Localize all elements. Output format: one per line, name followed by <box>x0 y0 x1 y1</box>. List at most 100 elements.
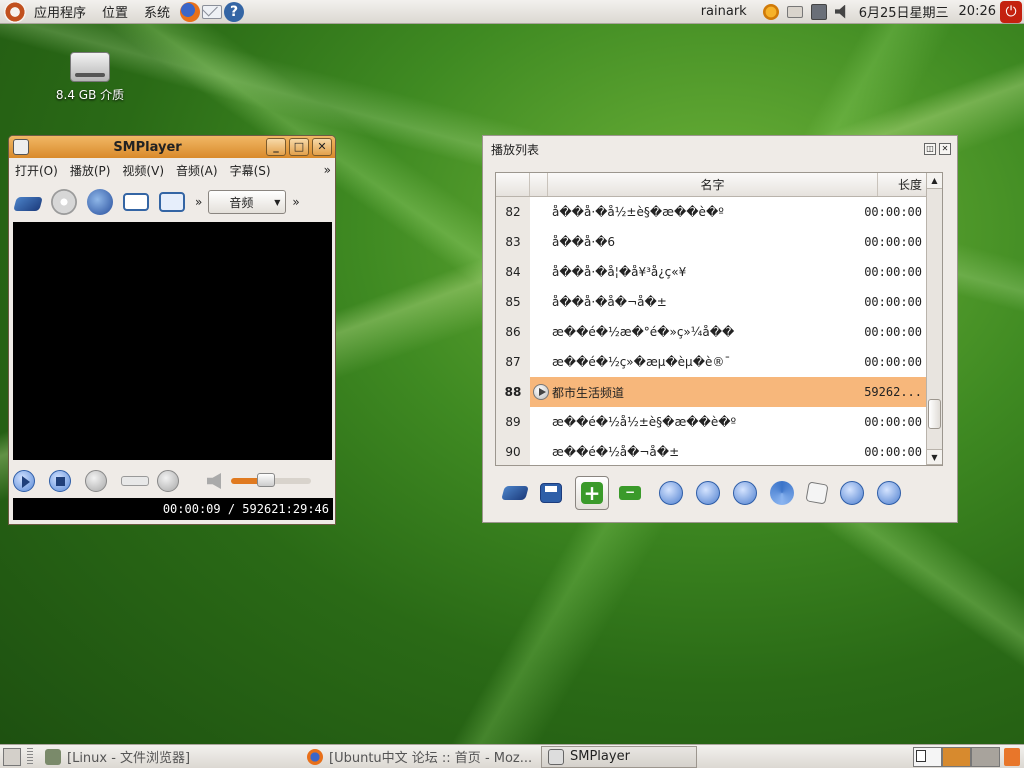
mute-icon[interactable] <box>207 473 221 489</box>
table-row[interactable]: 85 å��å·�å�¬å�± 00:00:00 <box>496 287 926 317</box>
volume-icon[interactable] <box>834 4 846 19</box>
workspace-3[interactable] <box>971 746 1000 767</box>
row-number: 89 <box>496 407 530 437</box>
audio-track-select[interactable]: 音频 ▼ <box>208 190 287 214</box>
remove-button[interactable]: − <box>619 486 641 500</box>
menu-applications[interactable]: 应用程序 <box>26 2 94 21</box>
table-row[interactable]: 84 å��å·�å¦�å¥³å¿ç«¥ 00:00:00 <box>496 257 926 287</box>
row-name: å��å·�å¦�å¥³å¿ç«¥ <box>552 265 687 279</box>
table-row[interactable]: 87 æ��é�½ç»�æµ�èµ�è®¯ 00:00:00 <box>496 347 926 377</box>
menu-video[interactable]: 视频(V) <box>122 162 164 179</box>
scroll-down-icon[interactable]: ▼ <box>927 449 942 465</box>
shuffle-icon[interactable] <box>805 481 829 505</box>
save-playlist-icon[interactable] <box>540 483 562 503</box>
add-button[interactable]: + <box>575 476 609 510</box>
table-row[interactable]: 86 æ��é�½æ�°é�»ç»¼å�� 00:00:00 <box>496 317 926 347</box>
workspace-2[interactable] <box>942 746 971 767</box>
workspace-1[interactable] <box>913 746 942 767</box>
menu-places[interactable]: 位置 <box>94 2 136 21</box>
scroll-thumb[interactable] <box>928 399 941 429</box>
menu-audio[interactable]: 音频(A) <box>176 162 218 179</box>
playlist-scrollbar[interactable]: ▲ ▼ <box>926 173 942 465</box>
power-icon[interactable]: ⏻ <box>1000 0 1022 23</box>
smplayer-title: SMPlayer <box>113 139 182 155</box>
open-dvd-icon[interactable] <box>51 189 77 215</box>
table-row[interactable]: 82 å��å·�å½±è§�æ��è�º 00:00:00 <box>496 197 926 227</box>
help-icon[interactable]: ? <box>224 1 245 22</box>
row-marker <box>530 377 550 407</box>
volume-handle[interactable] <box>257 473 275 487</box>
ubuntu-logo-icon[interactable] <box>4 0 26 23</box>
network-icon[interactable] <box>810 3 827 20</box>
folder-icon <box>45 748 61 765</box>
scroll-up-icon[interactable]: ▲ <box>927 173 942 189</box>
playlist-window: 播放列表 ◫ ✕ 名字 长度 82 å��å·�å½±è§�æ��è�º 00:00… <box>482 135 958 523</box>
minimize-button[interactable]: _ <box>266 138 286 156</box>
playlist-title: 播放列表 <box>491 142 540 157</box>
playlist-table: 名字 长度 82 å��å·�å½±è§�æ��è�º 00:00:00 83 å��å… <box>495 172 943 466</box>
firefox-icon[interactable] <box>180 1 201 22</box>
play-selected-icon[interactable] <box>659 481 683 505</box>
row-marker <box>530 437 550 465</box>
volume-slider[interactable] <box>231 473 311 487</box>
playlist-rows: 82 å��å·�å½±è§�æ��è�º 00:00:00 83 å��å·�6 00:… <box>496 197 926 465</box>
playlist-close-button[interactable]: ✕ <box>939 143 951 155</box>
top-panel: 应用程序 位置 系统 ? rainark 6月25日星期三 20:26 ⏻ <box>0 0 1024 24</box>
row-duration: 00:00:00 <box>864 265 922 279</box>
plus-icon: + <box>581 482 603 504</box>
close-button[interactable]: ✕ <box>312 138 332 156</box>
smplayer-menubar: 打开(O) 播放(P) 视频(V) 音频(A) 字幕(S) » <box>9 158 335 182</box>
move-down-icon[interactable] <box>877 481 901 505</box>
row-name: æ��é�½æ�°é�»ç»¼å�� <box>552 325 735 339</box>
smplayer-titlebar[interactable]: SMPlayer _ □ ✕ <box>9 136 335 158</box>
menu-open[interactable]: 打开(O) <box>15 162 58 179</box>
menu-play[interactable]: 播放(P) <box>70 162 111 179</box>
menu-system[interactable]: 系统 <box>136 2 178 21</box>
move-up-icon[interactable] <box>840 481 864 505</box>
video-area[interactable] <box>13 222 332 460</box>
open-url-icon[interactable] <box>87 189 113 215</box>
table-row[interactable]: 89 æ��é�½å½±è§�æ��è�º 00:00:00 <box>496 407 926 437</box>
table-row[interactable]: 83 å��å·�6 00:00:00 <box>496 227 926 257</box>
forward-button[interactable] <box>157 470 179 492</box>
next-icon[interactable] <box>733 481 757 505</box>
seek-slider[interactable] <box>121 476 149 486</box>
previous-icon[interactable] <box>696 481 720 505</box>
clock-date[interactable]: 6月25日星期三 <box>859 2 949 21</box>
row-name: æ��é�½ç»�æµ�èµ�è®¯ <box>552 355 731 369</box>
float-button[interactable]: ◫ <box>924 143 936 155</box>
open-file-icon[interactable] <box>13 197 43 211</box>
desktop-drive[interactable]: 8.4 GB 介质 <box>50 52 130 103</box>
load-playlist-icon[interactable] <box>501 486 529 500</box>
table-row[interactable]: 88 都市生活频道 59262... <box>496 377 926 407</box>
keyboard-icon[interactable] <box>786 5 803 18</box>
task-smplayer[interactable]: SMPlayer <box>541 745 697 768</box>
menu-subtitles[interactable]: 字幕(S) <box>230 162 271 179</box>
username-label[interactable]: rainark <box>701 4 747 19</box>
task-file-browser[interactable]: [Linux - 文件浏览器] <box>39 746 299 768</box>
row-duration: 00:00:00 <box>864 445 922 459</box>
rewind-button[interactable] <box>85 470 107 492</box>
panel-handle <box>27 747 33 766</box>
trash-icon[interactable] <box>1004 747 1020 766</box>
smplayer-icon <box>548 748 564 765</box>
show-desktop-icon[interactable] <box>3 747 21 766</box>
task-firefox[interactable]: [Ubuntu中文 论坛 :: 首页 - Moz... <box>301 746 539 768</box>
mail-icon[interactable] <box>202 4 223 19</box>
menu-overflow-icon[interactable]: » <box>324 163 331 177</box>
compact-mode-icon[interactable] <box>123 193 149 211</box>
toolbar-overflow-icon[interactable]: » <box>195 195 202 209</box>
toolbar-overflow-icon-2[interactable]: » <box>292 195 299 209</box>
col-name-header[interactable]: 名字 <box>548 173 878 196</box>
table-row[interactable]: 90 æ��é�½å�¬å�± 00:00:00 <box>496 437 926 465</box>
smplayer-app-icon[interactable] <box>13 139 29 155</box>
play-button[interactable] <box>13 470 35 492</box>
stop-button[interactable] <box>49 470 71 492</box>
clock-time[interactable]: 20:26 <box>959 4 996 19</box>
repeat-icon[interactable] <box>770 481 794 505</box>
row-name: å��å·�å½±è§�æ��è�º <box>552 205 724 219</box>
fullscreen-icon[interactable] <box>159 192 185 212</box>
playlist-titlebar[interactable]: 播放列表 ◫ ✕ <box>483 136 957 162</box>
update-notifier-icon[interactable] <box>762 3 779 20</box>
maximize-button[interactable]: □ <box>289 138 309 156</box>
